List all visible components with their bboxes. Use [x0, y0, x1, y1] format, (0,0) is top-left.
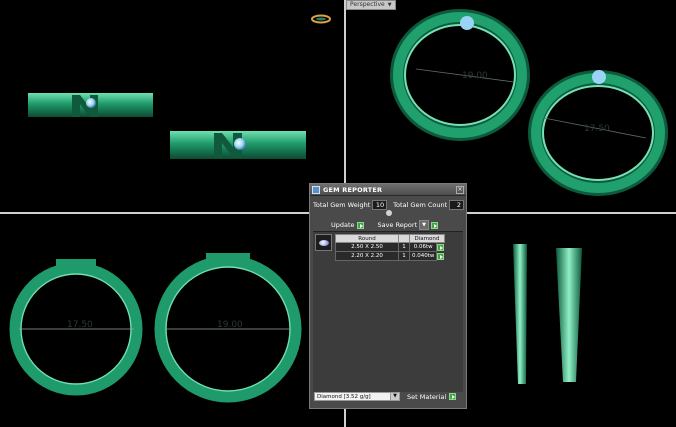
- gem-table: Round Diamond 2.50 X 2.50 1 0.06tw 2.20 …: [335, 234, 445, 261]
- total-gem-weight-label: Total Gem Weight: [313, 201, 371, 209]
- row-go-icon[interactable]: [437, 243, 445, 251]
- band-side-1: [28, 93, 153, 117]
- table-row[interactable]: 2.50 X 2.50 1 0.06tw: [335, 242, 445, 252]
- profile-band-1: [513, 244, 527, 384]
- row-go-icon[interactable]: [437, 252, 445, 260]
- set-material-label[interactable]: Set Material: [407, 393, 446, 401]
- viewport-label-text: Perspective: [350, 1, 385, 8]
- total-gem-weight-value[interactable]: 10: [372, 200, 388, 210]
- gem-reporter-icon: [312, 185, 320, 194]
- column-diamond: Diamond: [409, 234, 445, 243]
- dim-label-3: 17.50: [67, 320, 93, 330]
- update-go-icon[interactable]: [356, 221, 364, 229]
- dim-label-2: 17.50: [584, 124, 610, 134]
- gem-size: 2.20 X 2.20: [335, 251, 399, 261]
- gem-list-area: Round Diamond 2.50 X 2.50 1 0.06tw 2.20 …: [313, 231, 463, 392]
- material-row: Diamond [3.52 g/g] ▼ Set Material: [314, 392, 457, 401]
- close-icon[interactable]: ×: [456, 185, 464, 194]
- viewport-label[interactable]: Perspective ▼: [346, 0, 396, 10]
- total-gem-count-label: Total Gem Count: [393, 201, 448, 209]
- band-side-2: [170, 131, 306, 159]
- viewport-top-left[interactable]: [0, 0, 344, 212]
- gem-count: 1: [398, 242, 410, 252]
- gem-table-header: Round Diamond: [335, 234, 445, 243]
- totals-row: Total Gem Weight 10 Total Gem Count 2: [310, 196, 466, 210]
- dim-label-1: 19.00: [462, 71, 488, 81]
- panel-splitter-knob[interactable]: [386, 210, 392, 216]
- gem-size: 2.50 X 2.50: [335, 242, 399, 252]
- save-report-label[interactable]: Save Report: [378, 221, 418, 229]
- diamond-thumbnail-icon[interactable]: [315, 234, 332, 251]
- save-report-go-icon[interactable]: [430, 221, 438, 229]
- material-select[interactable]: Diamond [3.52 g/g] ▼: [314, 392, 400, 401]
- column-count: [398, 234, 410, 243]
- front-view-rings: 17.50 19.00: [9, 253, 302, 403]
- total-gem-count-value[interactable]: 2: [449, 200, 464, 210]
- perspective-rings: 19.00 17.50: [390, 9, 668, 196]
- update-label[interactable]: Update: [331, 221, 355, 229]
- profile-band-2: [556, 248, 582, 382]
- viewport-top-right[interactable]: 19.00 17.50: [346, 0, 676, 212]
- side-view-rings: [28, 14, 331, 159]
- gem-count: 1: [398, 251, 410, 261]
- viewport-bottom-left[interactable]: 17.50 19.00: [0, 214, 344, 427]
- ring-perspective-1: [390, 9, 530, 141]
- dim-label-4: 19.00: [217, 320, 243, 330]
- gem-weight: 0.040tw: [408, 251, 438, 261]
- set-material-go-icon[interactable]: [449, 393, 457, 400]
- chevron-down-icon: ▼: [387, 2, 392, 8]
- gizmo-icon: [311, 14, 331, 24]
- gem-weight: 0.06tw: [408, 242, 438, 252]
- save-report-select[interactable]: ▼: [419, 220, 429, 230]
- chevron-down-icon: ▼: [422, 222, 426, 228]
- gem-reporter-titlebar[interactable]: GEM REPORTER ×: [310, 184, 466, 196]
- table-row[interactable]: 2.20 X 2.20 1 0.040tw: [335, 251, 445, 261]
- column-round: Round: [335, 234, 399, 243]
- chevron-down-icon: ▼: [390, 393, 399, 400]
- material-select-value: Diamond [3.52 g/g]: [317, 393, 371, 400]
- gem-reporter-panel: GEM REPORTER × Total Gem Weight 10 Total…: [309, 183, 467, 409]
- gem-reporter-title: GEM REPORTER: [323, 185, 383, 194]
